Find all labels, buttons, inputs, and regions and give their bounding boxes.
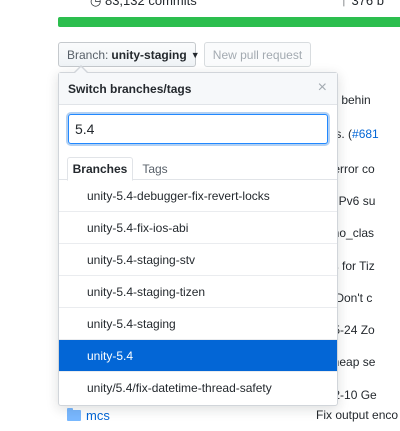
- branch-item[interactable]: unity-5.4-staging-stv: [59, 244, 337, 276]
- dropdown-tabs: Branches Tags: [59, 153, 337, 181]
- dropdown-header: Switch branches/tags ×: [59, 73, 337, 105]
- branch-item[interactable]: unity-5.4-staging-tizen: [59, 276, 337, 308]
- tab-tags[interactable]: Tags: [137, 157, 173, 180]
- issue-link[interactable]: #681: [352, 127, 379, 141]
- folder-icon: [67, 408, 81, 421]
- branch-switcher-dropdown: Switch branches/tags × Branches Tags uni…: [58, 65, 338, 406]
- branch-item-selected[interactable]: unity-5.4: [59, 340, 337, 372]
- tab-branches[interactable]: Branches: [67, 157, 133, 181]
- branch-filter-input[interactable]: [68, 114, 328, 144]
- dropdown-title: Switch branches/tags: [68, 82, 192, 96]
- filter-section: [59, 105, 337, 153]
- branch-item[interactable]: unity-5.4-staging: [59, 308, 337, 340]
- file-row-mcs[interactable]: mcs Fix output enco: [58, 404, 400, 428]
- branch-item[interactable]: unity/5.4/fix-datetime-thread-safety: [59, 372, 337, 404]
- commit-message: Fix output enco: [316, 408, 399, 422]
- close-icon[interactable]: ×: [318, 79, 327, 97]
- folder-link[interactable]: mcs: [86, 408, 110, 423]
- branch-item[interactable]: unity-5.4-fix-ios-abi: [59, 212, 337, 244]
- branch-list: unity-5.4-debugger-fix-revert-locks unit…: [59, 180, 337, 404]
- branch-item[interactable]: unity-5.4-debugger-fix-revert-locks: [59, 180, 337, 212]
